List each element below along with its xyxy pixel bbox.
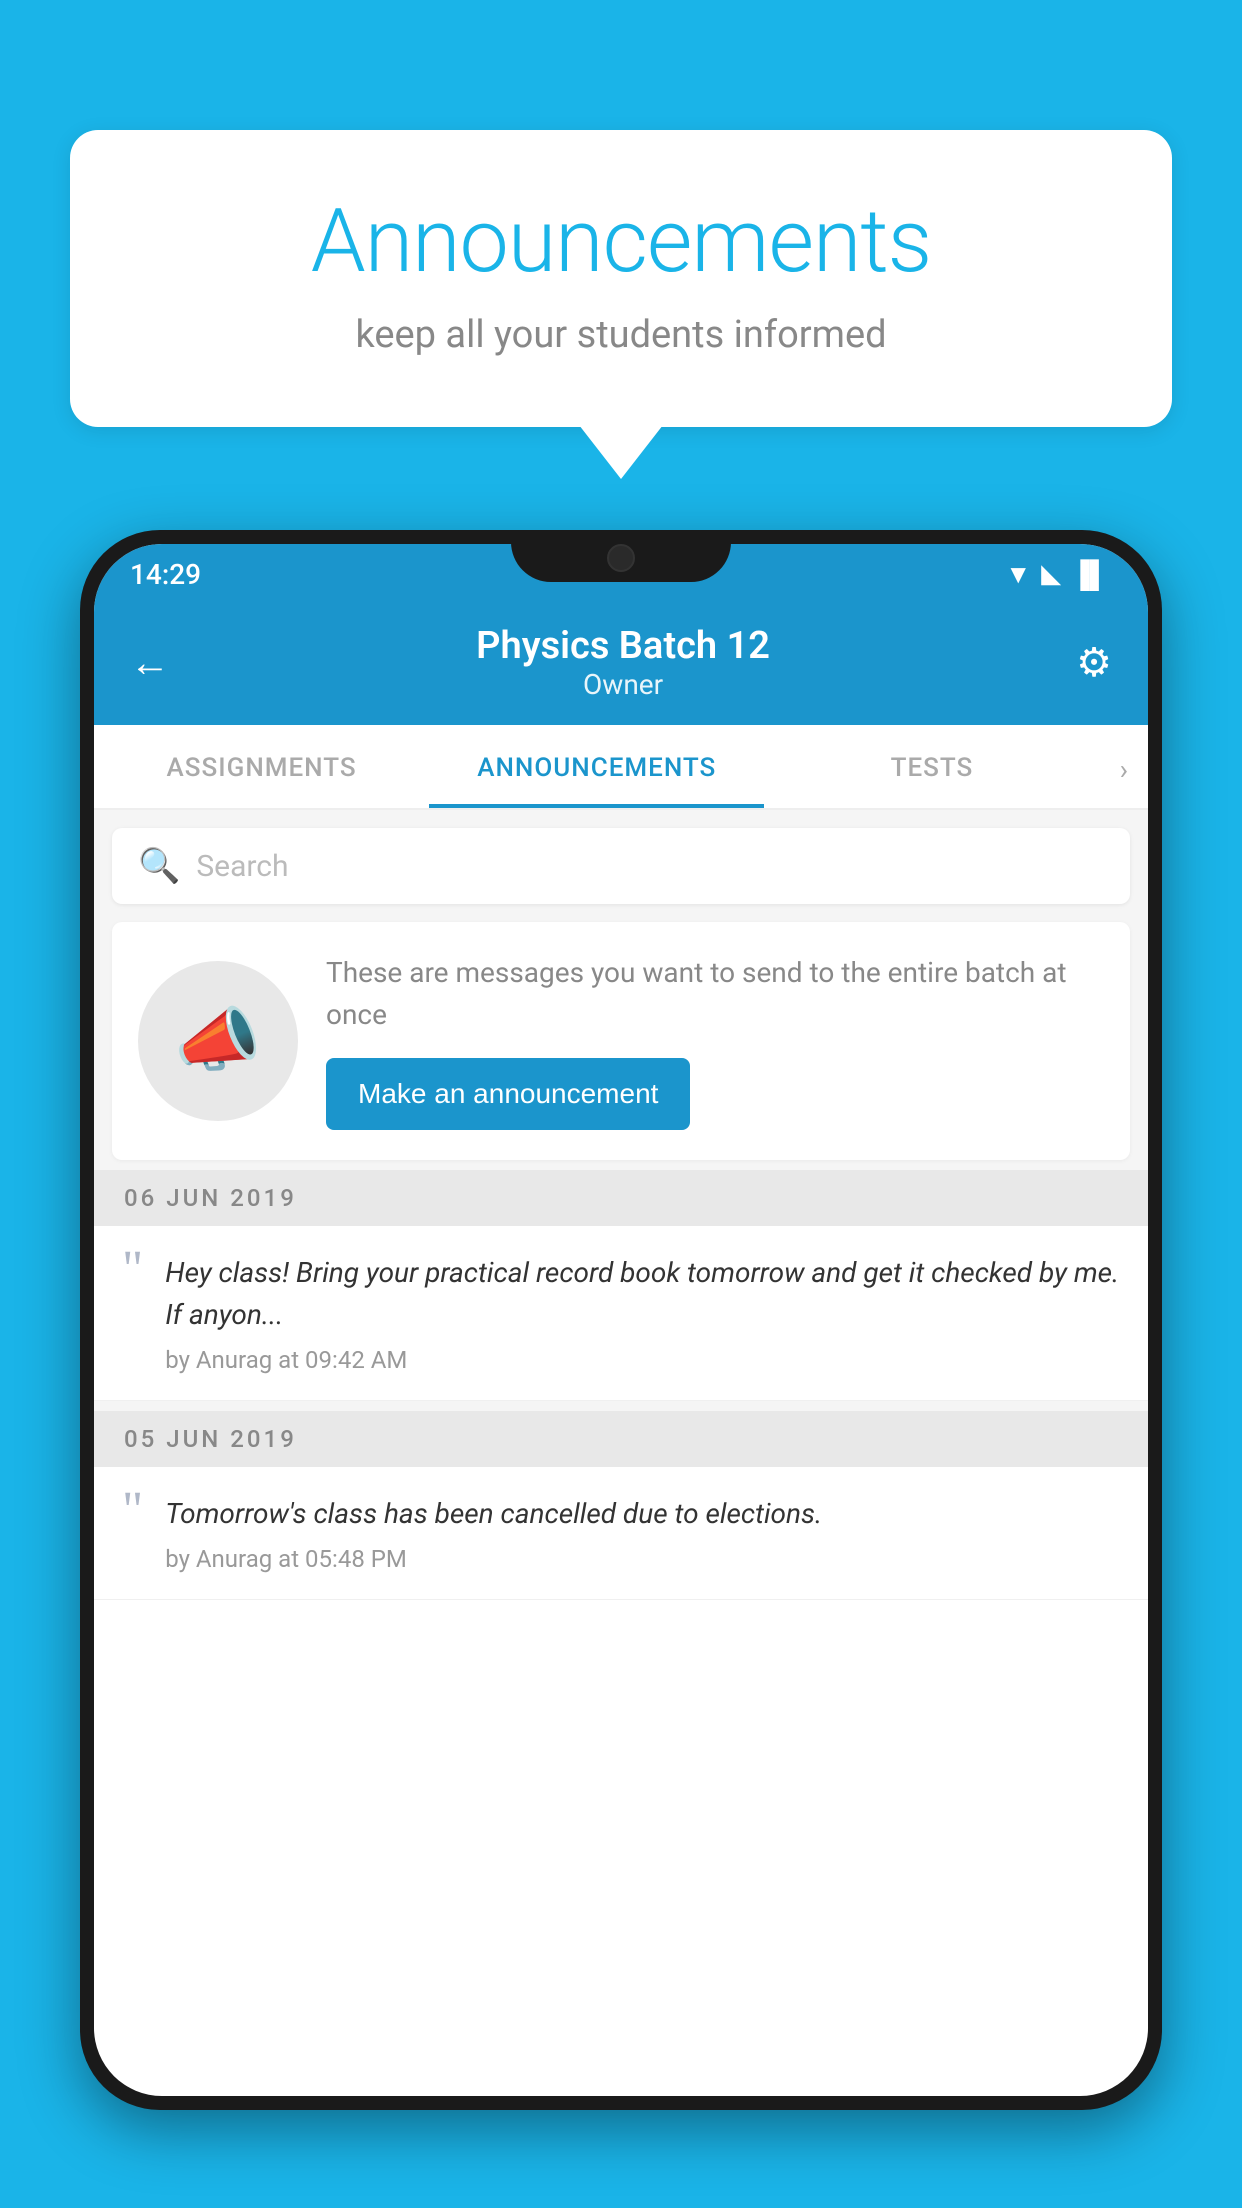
phone-screen: 14:29 ▼ ◣ ▐▌ ← Physics Batch 12 Owner ⚙ …: [94, 544, 1148, 2096]
announce-right: These are messages you want to send to t…: [326, 952, 1104, 1130]
status-time: 14:29: [130, 558, 201, 591]
bubble-subtitle: keep all your students informed: [150, 313, 1092, 357]
back-button[interactable]: ←: [130, 639, 170, 686]
announcement-author-1: by Anurag at 09:42 AM: [165, 1346, 1120, 1374]
tab-more-icon[interactable]: ›: [1100, 725, 1148, 808]
announcement-author-2: by Anurag at 05:48 PM: [165, 1545, 1120, 1573]
battery-icon: ▐▌: [1071, 559, 1108, 590]
announcement-message-2: Tomorrow's class has been cancelled due …: [165, 1493, 1120, 1535]
announce-description: These are messages you want to send to t…: [326, 952, 1104, 1036]
quote-icon-2: ": [122, 1485, 143, 1537]
bubble-title: Announcements: [150, 190, 1092, 293]
settings-icon[interactable]: ⚙: [1076, 639, 1112, 686]
content-area: 🔍 Search 📣 These are messages you want t…: [94, 810, 1148, 1600]
batch-role: Owner: [170, 668, 1076, 701]
quote-icon-1: ": [122, 1244, 143, 1296]
app-header: ← Physics Batch 12 Owner ⚙: [94, 604, 1148, 725]
tab-tests[interactable]: TESTS: [764, 725, 1099, 808]
speech-bubble: Announcements keep all your students inf…: [70, 130, 1172, 427]
wifi-icon: ▼: [1005, 559, 1031, 590]
phone-camera: [607, 544, 635, 572]
signal-icon: ◣: [1041, 559, 1061, 589]
tab-assignments[interactable]: ASSIGNMENTS: [94, 725, 429, 808]
date-separator-1: 06 JUN 2019: [94, 1170, 1148, 1226]
date-separator-2: 05 JUN 2019: [94, 1411, 1148, 1467]
announcement-message-1: Hey class! Bring your practical record b…: [165, 1252, 1120, 1336]
search-placeholder: Search: [196, 849, 288, 884]
status-icons: ▼ ◣ ▐▌: [1005, 559, 1108, 590]
batch-title: Physics Batch 12: [170, 624, 1076, 668]
phone: 14:29 ▼ ◣ ▐▌ ← Physics Batch 12 Owner ⚙ …: [80, 530, 1162, 2110]
make-announcement-button[interactable]: Make an announcement: [326, 1058, 690, 1130]
search-bar[interactable]: 🔍 Search: [112, 828, 1130, 904]
search-icon: 🔍: [138, 846, 180, 886]
tab-announcements[interactable]: ANNOUNCEMENTS: [429, 725, 764, 808]
announce-icon-circle: 📣: [138, 961, 298, 1121]
tab-bar: ASSIGNMENTS ANNOUNCEMENTS TESTS ›: [94, 725, 1148, 810]
announcement-item-2[interactable]: " Tomorrow's class has been cancelled du…: [94, 1467, 1148, 1600]
announcement-text-2: Tomorrow's class has been cancelled due …: [165, 1493, 1120, 1573]
megaphone-icon: 📣: [174, 1000, 261, 1082]
announcement-empty-state: 📣 These are messages you want to send to…: [112, 922, 1130, 1160]
speech-bubble-area: Announcements keep all your students inf…: [70, 130, 1172, 427]
announcement-text-1: Hey class! Bring your practical record b…: [165, 1252, 1120, 1374]
header-title-area: Physics Batch 12 Owner: [170, 624, 1076, 701]
announcement-item-1[interactable]: " Hey class! Bring your practical record…: [94, 1226, 1148, 1401]
phone-notch: [511, 530, 731, 582]
phone-container: 14:29 ▼ ◣ ▐▌ ← Physics Batch 12 Owner ⚙ …: [80, 530, 1162, 2208]
